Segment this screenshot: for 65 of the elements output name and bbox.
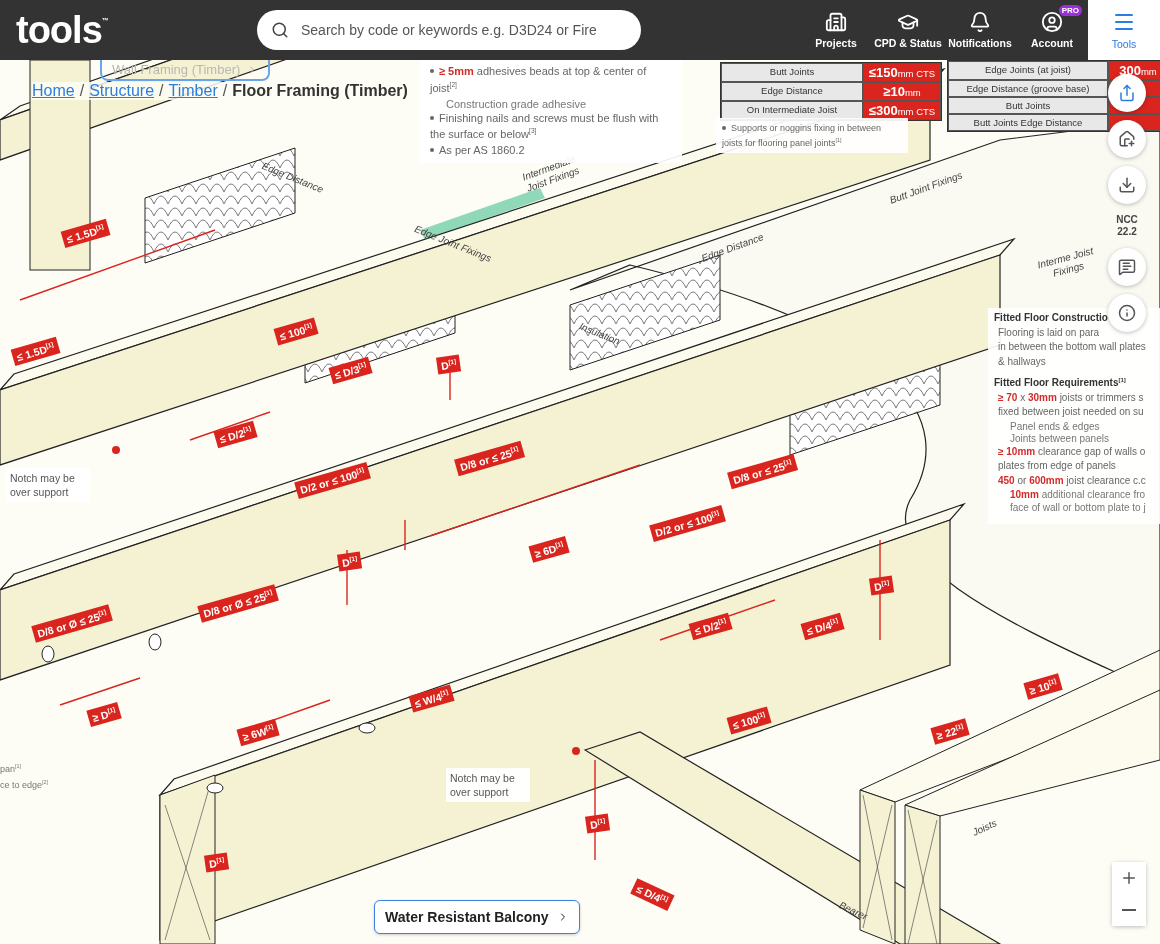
note-text: face of wall or bottom plate to j [1009,501,1146,515]
note-text: fixed between joist needed on su [997,406,1144,419]
note-text: & hallways [997,355,1046,368]
comment-icon [1118,258,1136,276]
note-text: ≥ 5mm adhesives beads at top & center of joist$^{[2]}$ [428,64,648,95]
zoom-out-button[interactable] [1112,894,1146,926]
nav-tab[interactable]: Tools [1088,0,1160,60]
breadcrumb-link[interactable]: Timber [168,82,218,100]
house-plus-icon [1118,130,1136,148]
note-text: Finishing nails and screws must be flush with the surface or below$^{[3]}$ [429,110,660,142]
note-text: 450 or 600mm joist clearance c.c [997,474,1146,488]
search-field[interactable]: Search by code or keywords e.g. D3D24 or Fire [257,10,641,50]
note-text: As per AS 1860.2 [426,143,525,158]
breadcrumb-separator: / [79,82,85,100]
nav-tab[interactable]: PRO Account [1016,0,1088,60]
search-icon [271,21,289,39]
drawing-label: Butt Joint Fixings [888,169,964,207]
table-cell: Edge Joints (at joist) [948,61,1108,80]
table-cell: Butt Joints [721,63,863,82]
note-text: ≥ 10mm clearance gap of walls o [997,445,1146,459]
nav-tab[interactable]: Notifications [944,0,1016,60]
pro-badge: PRO [1058,5,1082,16]
next-page-button[interactable]: Water Resistant Balcony [374,900,580,934]
table-note: Supports or noggins fixing in between joists for flooring panel joints$^{[1]}$ [716,118,908,153]
notch-note: Notch may be over support [6,468,90,502]
note-text: plates from edge of panels [997,460,1116,473]
note-text: in between the bottom wall plates [997,341,1146,354]
minus-icon [1122,909,1136,911]
page-title: Floor Framing (Timber) [232,82,408,100]
download-icon [1118,176,1136,194]
table-cell: Butt Joints Edge Distance [948,114,1108,131]
note-text: 10mm additional clearance fro [1009,489,1146,502]
note-text: pan$^{[1]}$ [0,763,22,774]
notch-note: Notch may be over support [446,768,530,802]
table-cell: ≥10mm [863,82,941,101]
edition-label[interactable]: NCC 22.2 [1112,212,1142,240]
drawing-label: Bearer [836,899,870,923]
note-text: Flooring is laid on para [997,326,1100,339]
breadcrumb-link[interactable]: Home [32,82,75,100]
table-cell: Edge Distance (groove base) [948,80,1108,97]
user-icon [1041,11,1063,33]
drawing-label: Interme Joist Fixings [1035,244,1096,281]
note-text: ce to edge$^{[2]}$ [0,779,49,790]
bell-icon [969,11,991,33]
drawing-label: Joists [970,817,999,839]
plus-icon [1120,869,1138,887]
table-cell: ≤150mm CTS [863,63,941,82]
zoom-in-button[interactable] [1112,862,1146,894]
table-cell: Butt Joints [948,97,1108,114]
table-cell: Edge Distance [721,82,863,101]
table-cell: ≤300mm CTS [863,101,941,120]
breadcrumb-separator: / [222,82,228,100]
share-icon [1118,84,1136,102]
nav-tab[interactable]: CPD & Status [872,0,944,60]
nav-tab[interactable]: Projects [800,0,872,60]
note-text: ≥ 70 x 30mm joists or trimmers s [997,391,1144,405]
breadcrumb-link[interactable]: Structure [89,82,155,100]
breadcrumb-separator: / [159,82,164,100]
building-icon [825,11,847,33]
note-text: Joints between panels [1009,433,1109,446]
note-text: Panel ends & edges [1009,420,1100,434]
section-heading: Fitted Floor Requirements$^{[1]}$ [994,376,1126,390]
note-text: Construction grade adhesive [445,96,587,111]
section-heading: Fitted Floor Constructio [994,312,1108,325]
info-icon [1118,304,1136,322]
